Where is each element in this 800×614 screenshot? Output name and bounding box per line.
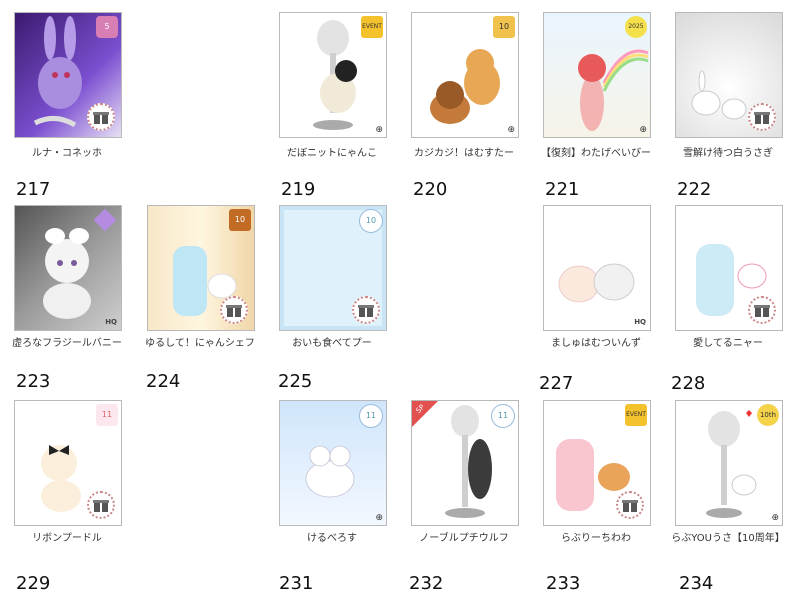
item-thumbnail[interactable]: HQ	[543, 205, 651, 331]
item-name: カジカジ！はむすたー	[414, 148, 514, 159]
item-number: 217	[16, 179, 51, 200]
item-thumbnail[interactable]: 10 ⊕	[411, 12, 519, 138]
item-thumbnail[interactable]: 11	[14, 400, 122, 526]
event-badge-icon: EVENT	[625, 404, 647, 426]
gift-icon	[352, 296, 380, 324]
event-badge-icon: 11	[96, 404, 118, 426]
item-number: 233	[546, 573, 581, 594]
item-name: けるべろす	[307, 533, 357, 544]
item-number: 221	[545, 179, 580, 200]
gift-icon	[748, 296, 776, 324]
hq-label: HQ	[634, 318, 646, 326]
item-thumbnail[interactable]	[675, 12, 783, 138]
item-number: 231	[279, 573, 314, 594]
item-number: 223	[16, 371, 51, 392]
item-number: 232	[409, 573, 444, 594]
twin-hamster-icon	[558, 263, 635, 303]
event-badge-icon: 11	[359, 404, 383, 428]
zoom-icon[interactable]: ⊕	[507, 125, 515, 135]
item-name: らぶりーちわわ	[561, 533, 631, 544]
item-thumbnail[interactable]: HQ	[14, 205, 122, 331]
item-number: 234	[679, 573, 714, 594]
item-number: 219	[281, 179, 316, 200]
item-thumbnail[interactable]: 10th ⊕	[675, 400, 783, 526]
item-name: ノーブルプチウルフ	[419, 533, 509, 544]
item-name: だぼニットにゃんこ	[287, 148, 377, 159]
item-name: ルナ・コネッホ	[32, 148, 102, 159]
event-badge-icon: 5	[96, 16, 118, 38]
event-badge-icon: EVENT	[361, 16, 383, 38]
event-badge-icon: 10th	[757, 404, 779, 426]
item-name: リボンプードル	[32, 533, 102, 544]
event-badge-icon: 11	[491, 404, 515, 428]
event-badge-icon: 10	[229, 209, 251, 231]
item-number: 227	[539, 373, 574, 394]
item-thumbnail[interactable]: 10	[147, 205, 255, 331]
item-thumbnail[interactable]: 11 ⊕	[279, 400, 387, 526]
gift-icon	[220, 296, 248, 324]
item-number: 224	[146, 371, 181, 392]
item-number: 222	[677, 179, 712, 200]
item-name: ゆるして！にゃんシェフ	[145, 338, 255, 349]
item-thumbnail[interactable]	[675, 205, 783, 331]
event-badge-icon: 10	[493, 16, 515, 38]
zoom-icon[interactable]: ⊕	[639, 125, 647, 135]
item-thumbnail[interactable]: 2025 ⊕	[543, 12, 651, 138]
item-name: 【復刻】わたげべいびー	[541, 148, 651, 159]
gift-icon	[748, 103, 776, 131]
item-thumbnail[interactable]: 5	[14, 12, 122, 138]
zoom-icon[interactable]: ⊕	[375, 125, 383, 135]
item-name: らぶYOUうさ【10周年】	[671, 533, 785, 544]
item-thumbnail[interactable]: SP 11	[411, 400, 519, 526]
item-thumbnail[interactable]: EVENT ⊕	[279, 12, 387, 138]
item-thumbnail[interactable]: 10	[279, 205, 387, 331]
item-name: おいも食べてプー	[292, 338, 372, 349]
gift-icon	[87, 491, 115, 519]
item-number: 228	[671, 373, 706, 394]
event-badge-icon: 2025	[625, 16, 647, 38]
zoom-icon[interactable]: ⊕	[375, 513, 383, 523]
zoom-icon[interactable]: ⊕	[771, 513, 779, 523]
item-number: 220	[413, 179, 448, 200]
item-number: 225	[278, 371, 313, 392]
item-name: ましゅはむついんず	[551, 338, 641, 349]
gift-icon	[87, 103, 115, 131]
item-thumbnail[interactable]: EVENT	[543, 400, 651, 526]
event-badge-icon: 10	[359, 209, 383, 233]
item-name: 雪解け待つ白うさぎ	[683, 148, 773, 159]
item-number: 229	[16, 573, 51, 594]
item-name: 愛してるニャー	[693, 338, 763, 349]
gift-icon	[616, 491, 644, 519]
item-name: 虚ろなフラジールバニー	[12, 338, 122, 349]
hq-label: HQ	[105, 318, 117, 326]
